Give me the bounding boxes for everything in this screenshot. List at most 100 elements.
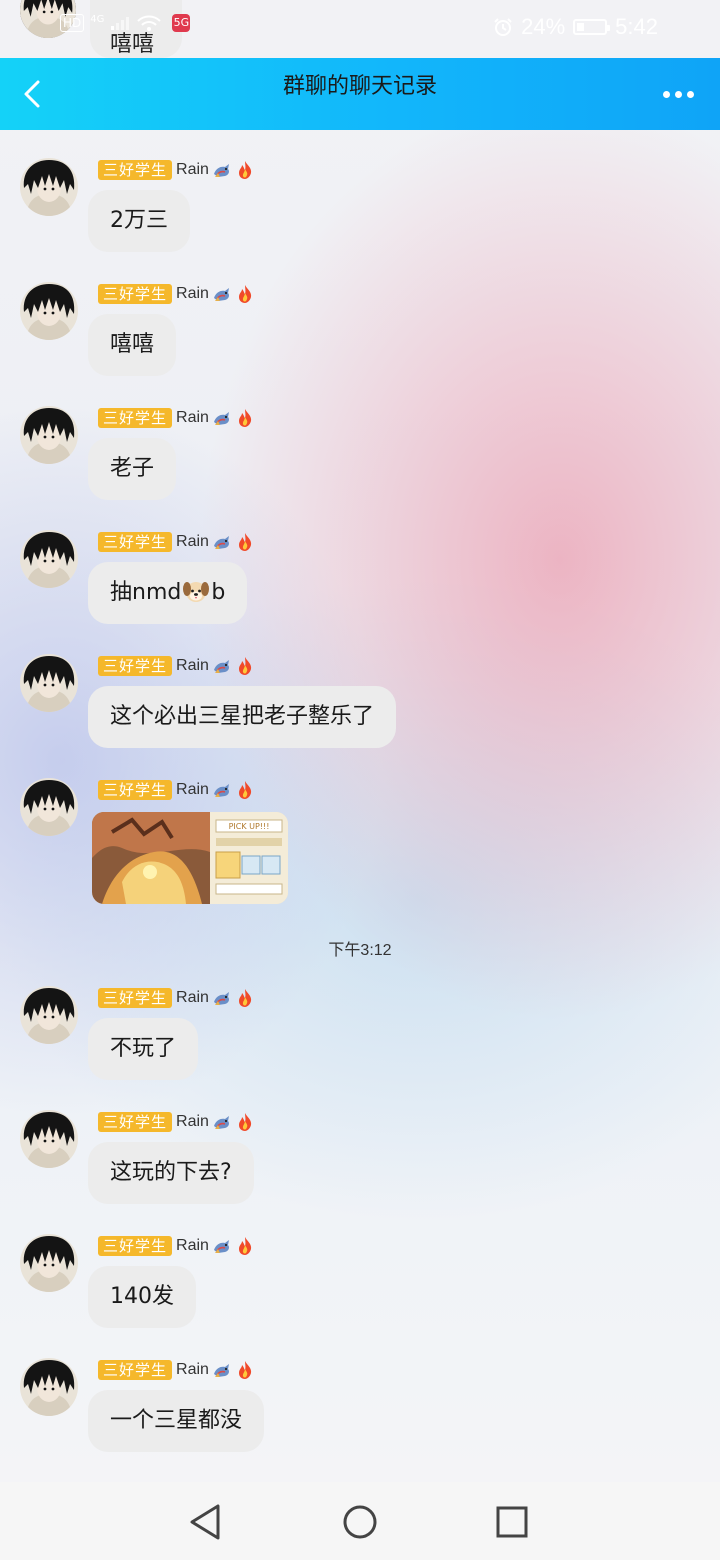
message-text: b [211, 580, 226, 605]
sender-name[interactable]: Rain [176, 781, 209, 799]
sender-line: 三好学生 Rain [98, 986, 255, 1010]
member-badge: 三好学生 [98, 284, 173, 304]
avatar[interactable] [20, 1110, 78, 1168]
sender-name[interactable]: Rain [176, 657, 209, 675]
nav-recent-button[interactable] [490, 1500, 534, 1544]
member-badge: 三好学生 [98, 532, 173, 552]
avatar[interactable] [20, 282, 78, 340]
fire-icon [235, 656, 255, 676]
timestamp: 下午3:12 [328, 942, 392, 959]
triangle-back-icon [190, 1504, 220, 1540]
signal-icon [111, 17, 130, 30]
member-badge: 三好学生 [98, 160, 173, 180]
message-bubble[interactable]: 抽nmd b [88, 562, 248, 624]
sender-line: 三好学生 Rain [98, 1110, 255, 1134]
dragon-icon [212, 1112, 232, 1132]
sender-name[interactable]: Rain [176, 1113, 209, 1131]
message-text: 嘻嘻 [110, 32, 155, 57]
sender-line: 三好学生 Rain [98, 1234, 255, 1258]
message-bubble[interactable]: 一个三星都没 [88, 1390, 265, 1452]
member-badge: 三好学生 [98, 988, 173, 1008]
fire-icon [235, 780, 255, 800]
clock: 5:42 [615, 14, 658, 39]
member-badge: 三好学生 [98, 408, 173, 428]
dragon-icon [212, 988, 232, 1008]
dog-face-emoji [183, 582, 210, 602]
more-button[interactable] [652, 76, 704, 112]
message-bubble[interactable]: 不玩了 [88, 1018, 199, 1080]
avatar[interactable] [20, 530, 78, 588]
image-caption: PICK UP!!! [229, 822, 270, 831]
member-badge: 三好学生 [98, 1112, 173, 1132]
fire-icon [235, 1236, 255, 1256]
member-badge: 三好学生 [98, 1236, 173, 1256]
dragon-icon [212, 160, 232, 180]
dragon-icon [212, 656, 232, 676]
app-notification-icon: 5G [172, 14, 191, 32]
circle-home-icon [343, 1505, 377, 1539]
status-bar: 嘻嘻 HD 4G 5G 24% 5:42 [0, 0, 720, 58]
sender-name[interactable]: Rain [176, 1361, 209, 1379]
page-title: 群聊的聊天记录 [282, 74, 437, 99]
fire-icon [235, 1112, 255, 1132]
more-dots-icon [662, 90, 670, 98]
avatar[interactable] [20, 158, 78, 216]
network-tag: HD [60, 14, 85, 32]
battery-percent: 24% [521, 14, 566, 39]
member-badge: 三好学生 [98, 656, 173, 676]
image-message[interactable]: PICK UP!!! [92, 812, 288, 904]
status-left: HD 4G 5G [60, 14, 191, 32]
fire-icon [235, 988, 255, 1008]
sender-name[interactable]: Rain [176, 285, 209, 303]
fire-icon [235, 408, 255, 428]
avatar[interactable] [20, 986, 78, 1044]
game-screenshot-image: PICK UP!!! [92, 812, 288, 904]
message-bubble[interactable]: 这玩的下去? [88, 1142, 254, 1204]
dragon-icon [212, 1360, 232, 1380]
member-badge: 三好学生 [98, 780, 173, 800]
avatar[interactable] [20, 406, 78, 464]
sender-line: 三好学生 Rain [98, 778, 255, 802]
dragon-icon [212, 780, 232, 800]
fire-icon [235, 532, 255, 552]
status-right: 24% 5:42 [493, 14, 658, 40]
sender-name[interactable]: Rain [176, 409, 209, 427]
square-recent-icon [496, 1506, 528, 1538]
chat-header: 群聊的聊天记录 [0, 58, 720, 130]
dragon-icon [212, 532, 232, 552]
message-bubble[interactable]: 嘻嘻 [88, 314, 177, 376]
sender-line: 三好学生 Rain [98, 654, 255, 678]
avatar[interactable] [20, 654, 78, 712]
avatar[interactable] [20, 778, 78, 836]
sender-line: 三好学生 Rain [98, 158, 255, 182]
message-bubble[interactable]: 这个必出三星把老子整乐了 [88, 686, 397, 748]
dragon-icon [212, 408, 232, 428]
alarm-icon [494, 18, 512, 36]
sender-name[interactable]: Rain [176, 533, 209, 551]
avatar[interactable] [20, 1358, 78, 1416]
message-bubble[interactable]: 老子 [88, 438, 177, 500]
sender-line: 三好学生 Rain [98, 406, 255, 430]
sender-name[interactable]: Rain [176, 161, 209, 179]
dragon-icon [212, 1236, 232, 1256]
battery-icon [573, 19, 611, 35]
message-text: 抽nmd [110, 580, 182, 605]
fire-icon [235, 284, 255, 304]
avatar[interactable] [20, 1234, 78, 1292]
fire-icon [235, 160, 255, 180]
wifi-icon [137, 15, 162, 31]
sender-name[interactable]: Rain [176, 1237, 209, 1255]
sender-name[interactable]: Rain [176, 989, 209, 1007]
fire-icon [235, 1360, 255, 1380]
nav-back-button[interactable] [184, 1500, 228, 1544]
member-badge: 三好学生 [98, 1360, 173, 1380]
message-bubble[interactable]: 2万三 [88, 190, 190, 252]
nav-home-button[interactable] [338, 1500, 382, 1544]
system-nav-bar [0, 1482, 720, 1560]
sender-line: 三好学生 Rain [98, 530, 255, 554]
sender-line: 三好学生 Rain [98, 282, 255, 306]
network-type: 4G [90, 14, 105, 25]
sender-line: 三好学生 Rain [98, 1358, 255, 1382]
message-bubble[interactable]: 140发 [88, 1266, 196, 1328]
dragon-icon [212, 284, 232, 304]
